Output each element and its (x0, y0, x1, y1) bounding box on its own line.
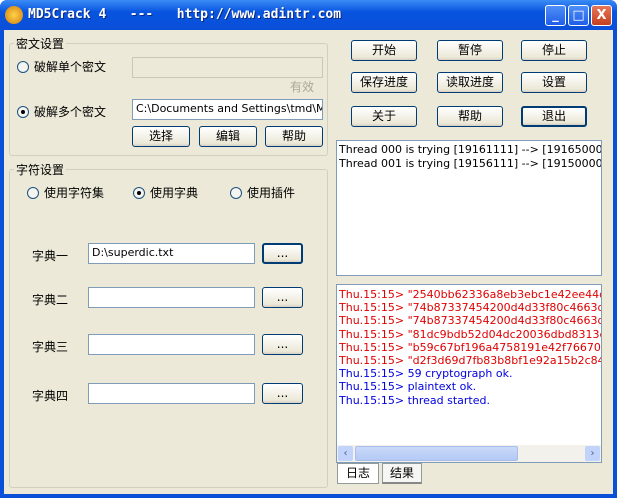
radio-label: 使用插件 (247, 186, 296, 200)
radio-single-cipher[interactable]: 破解单个密文 (17, 58, 106, 75)
client-area: 密文设置 破解单个密文 有效 破解多个密文 C:\Documents and S… (4, 30, 613, 494)
single-cipher-input[interactable] (132, 57, 323, 78)
radio-use-dict[interactable]: 使用字典 (133, 184, 198, 201)
select-button[interactable]: 选择 (132, 126, 190, 147)
log-lines: Thu.15:15> "2540bb62336a8eb3ebc1e42ee44c… (337, 288, 601, 407)
dict1-browse-button[interactable]: ... (262, 243, 303, 264)
dict4-label: 字典四 (32, 389, 69, 403)
dict3-input[interactable] (88, 334, 255, 355)
radio-circle (17, 105, 29, 118)
tab-log[interactable]: 日志 (337, 463, 379, 484)
thread-status-list[interactable]: Thread 000 is trying [19161111] --> [191… (336, 140, 602, 276)
dict4-browse-button[interactable]: ... (262, 383, 303, 404)
log-line: Thu.15:15> "81dc9bdb52d04dc20036dbd8313e… (339, 327, 601, 341)
multi-cipher-path-input[interactable]: C:\Documents and Settings\tmd\My Dc (132, 99, 323, 120)
exit-button[interactable]: 退出 (521, 106, 587, 127)
help-button[interactable]: 帮助 (437, 106, 503, 127)
log-line: Thu.15:15> "2540bb62336a8eb3ebc1e42ee44c… (339, 288, 602, 301)
close-button[interactable]: X (591, 5, 612, 26)
radio-label: 使用字典 (150, 186, 199, 200)
title-bar[interactable]: MD5Crack 4 --- http://www.adintr.com _ □… (0, 0, 617, 30)
radio-label: 破解单个密文 (34, 60, 107, 74)
radio-label: 使用字符集 (44, 186, 105, 200)
log-panel[interactable]: Thu.15:15> "2540bb62336a8eb3ebc1e42ee44c… (336, 284, 602, 463)
dict2-browse-button[interactable]: ... (262, 287, 303, 308)
about-button[interactable]: 关于 (351, 106, 417, 127)
cipher-group-legend: 密文设置 (16, 37, 65, 51)
radio-circle (230, 186, 242, 199)
window-title: MD5Crack 4 --- http://www.adintr.com (28, 7, 342, 22)
valid-label: 有效 (290, 80, 315, 94)
dict1-label: 字典一 (32, 249, 69, 263)
dict2-input[interactable] (88, 287, 255, 308)
log-line: Thu.15:15> "d2f3d69d7fb83b8bf1e92a15b2c8… (339, 354, 601, 368)
save-progress-button[interactable]: 保存进度 (351, 72, 417, 93)
tab-result[interactable]: 结果 (382, 463, 422, 484)
stop-button[interactable]: 停止 (521, 40, 587, 61)
radio-circle (133, 186, 145, 199)
scroll-left-icon[interactable]: ‹ (338, 446, 353, 461)
charset-group: 字符设置 (9, 161, 328, 488)
log-line: Thu.15:15> 59 cryptograph ok. (339, 367, 513, 381)
start-button[interactable]: 开始 (351, 40, 417, 61)
radio-circle (27, 186, 39, 199)
cipher-help-button[interactable]: 帮助 (265, 126, 323, 147)
scroll-right-icon[interactable]: › (585, 446, 600, 461)
thread-line: Thread 001 is trying [19156111] --> [191… (339, 157, 602, 170)
dict1-input[interactable]: D:\superdic.txt (88, 243, 255, 264)
dict4-input[interactable] (88, 383, 255, 404)
radio-multi-cipher[interactable]: 破解多个密文 (17, 103, 106, 120)
log-line: Thu.15:15> plaintext ok. (339, 380, 477, 394)
thread-line: Thread 000 is trying [19161111] --> [191… (339, 143, 602, 156)
log-line: Thu.15:15> "74b87337454200d4d33f80c4663d… (339, 314, 601, 328)
dict2-label: 字典二 (32, 293, 69, 307)
app-window: MD5Crack 4 --- http://www.adintr.com _ □… (0, 0, 617, 498)
dict3-browse-button[interactable]: ... (262, 334, 303, 355)
maximize-button[interactable]: □ (568, 5, 589, 26)
horizontal-scrollbar[interactable]: ‹ › (337, 445, 601, 462)
edit-button[interactable]: 编辑 (199, 126, 257, 147)
scrollbar-thumb[interactable] (355, 446, 518, 461)
log-line: Thu.15:15> "b59c67bf196a4758191e42f76670… (339, 340, 601, 354)
pause-button[interactable]: 暂停 (437, 40, 503, 61)
load-progress-button[interactable]: 读取进度 (437, 72, 503, 93)
radio-use-plugin[interactable]: 使用插件 (230, 184, 295, 201)
app-icon (5, 6, 23, 24)
dict3-label: 字典三 (32, 340, 69, 354)
log-line: Thu.15:15> thread started. (339, 393, 490, 407)
settings-button[interactable]: 设置 (521, 72, 587, 93)
charset-group-legend: 字符设置 (16, 163, 65, 177)
log-line: Thu.15:15> "74b87337454200d4d33f80c4663d… (339, 301, 602, 315)
minimize-button[interactable]: _ (545, 5, 566, 26)
radio-circle (17, 60, 29, 73)
radio-use-charset[interactable]: 使用字符集 (27, 184, 104, 201)
radio-label: 破解多个密文 (34, 105, 107, 119)
